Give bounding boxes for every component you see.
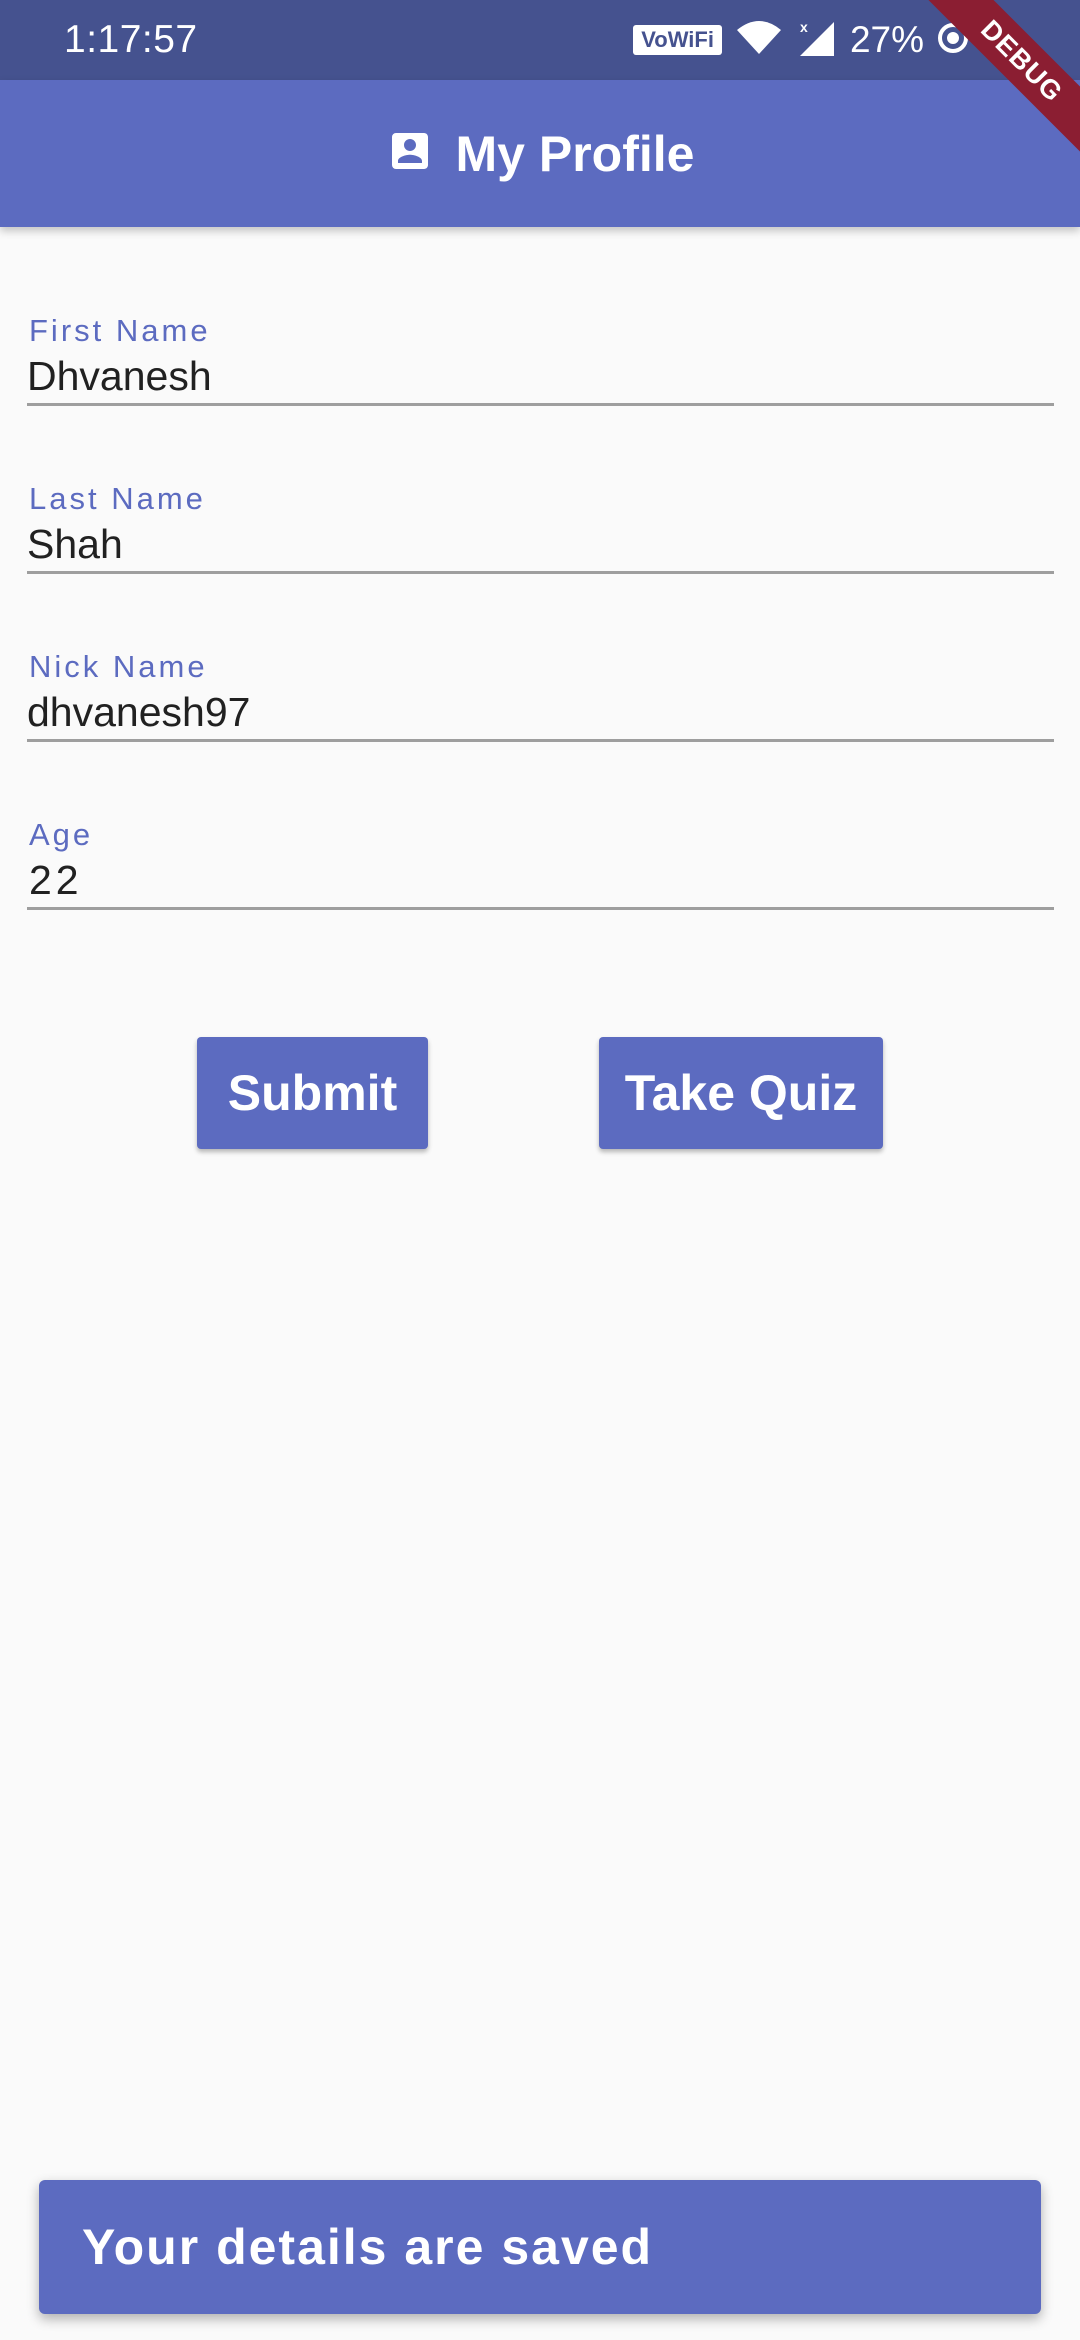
take-quiz-button[interactable]: Take Quiz — [599, 1037, 883, 1149]
signal-icon: x — [796, 18, 836, 63]
page-title: My Profile — [455, 125, 695, 182]
snackbar: Your details are saved — [39, 2180, 1041, 2314]
first-name-input[interactable] — [27, 351, 1054, 401]
status-bar: 1:17:57 VoWiFi x 27% — [0, 0, 1080, 80]
vowifi-badge: VoWiFi — [633, 25, 722, 55]
age-field: Age — [27, 817, 1056, 910]
app-bar-title-group: My Profile — [386, 124, 695, 184]
age-label: Age — [29, 817, 94, 852]
status-time: 1:17:57 — [64, 18, 198, 61]
snackbar-message: Your details are saved — [82, 2219, 654, 2275]
nick-name-label: Nick Name — [29, 649, 208, 684]
wifi-icon — [736, 20, 782, 61]
nick-name-field: Nick Name — [27, 649, 1054, 742]
last-name-label: Last Name — [29, 481, 206, 516]
status-icons: VoWiFi x 27% — [633, 14, 968, 66]
account-box-icon — [386, 127, 434, 180]
submit-button[interactable]: Submit — [197, 1037, 428, 1149]
age-input[interactable] — [29, 855, 1056, 905]
battery-percent: 27% — [849, 19, 924, 60]
last-name-input[interactable] — [27, 519, 1054, 569]
first-name-label: First Name — [29, 313, 211, 348]
last-name-field: Last Name — [27, 481, 1054, 574]
first-name-field: First Name — [27, 313, 1054, 406]
svg-text:x: x — [800, 19, 808, 35]
nick-name-input[interactable] — [27, 687, 1054, 737]
app-bar: My Profile — [0, 80, 1080, 227]
